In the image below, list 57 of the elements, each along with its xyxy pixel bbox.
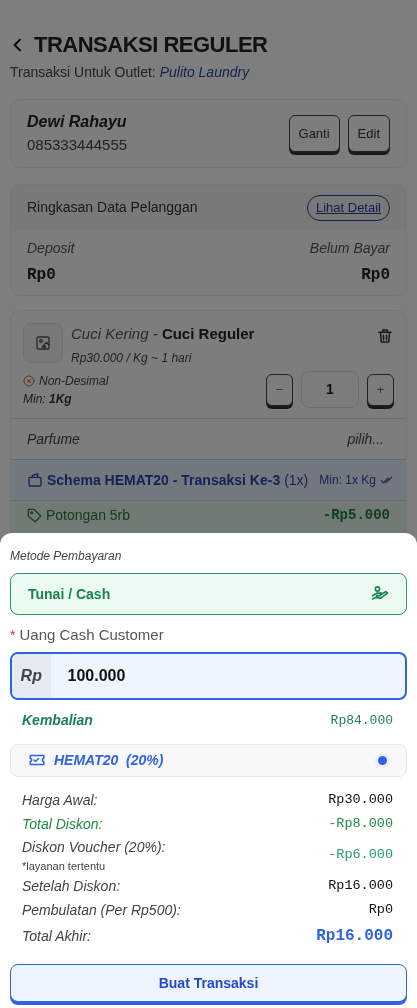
plus-button[interactable]: + bbox=[367, 373, 394, 406]
parfume-label: Parfume bbox=[27, 429, 80, 449]
total-value: Rp16.000 bbox=[328, 876, 393, 895]
stat-label: Belum Bayar bbox=[309, 238, 390, 258]
total-value: Rp0 bbox=[368, 900, 393, 919]
close-circle-icon bbox=[23, 374, 35, 387]
total-label: Setelah Diskon: bbox=[22, 876, 121, 896]
discount-amount: -Rp5.000 bbox=[322, 506, 390, 526]
payment-method-option[interactable]: Tunai / Cash bbox=[10, 573, 407, 615]
stat-value: Rp0 bbox=[360, 264, 390, 286]
cash-input-group[interactable]: Rp 100.000 bbox=[10, 651, 407, 700]
total-value: -Rp8.000 bbox=[328, 815, 393, 834]
quantity-field[interactable]: 1 bbox=[301, 371, 359, 409]
outlet-line: Transaksi Untuk Outlet: Pulito Laundry bbox=[10, 63, 251, 83]
total-label: Pembulatan (Per Rp500): bbox=[22, 900, 181, 920]
scheme-count: (1x) bbox=[284, 470, 309, 490]
total-value: Rp30.000 bbox=[328, 791, 393, 810]
voucher-code: HEMAT20 (20%) bbox=[54, 750, 164, 770]
total-label: Harga Awal: bbox=[22, 791, 98, 810]
edit-button[interactable]: Edit bbox=[347, 114, 390, 153]
tag-icon bbox=[27, 508, 42, 524]
payment-method-name: Tunai / Cash bbox=[28, 584, 111, 604]
total-label: Total Akhir: bbox=[22, 926, 91, 946]
scheme-minimum: Min: 1x Kg bbox=[319, 472, 376, 490]
service-price: Rp30.000 / Kg ~ 1 hari bbox=[71, 350, 193, 368]
cash-label: Uang Cash Customer bbox=[19, 625, 164, 645]
payment-method-label: Metode Pembayaran bbox=[10, 548, 123, 565]
total-label: Total Diskon: bbox=[22, 815, 103, 834]
customer-phone: 085333444555 bbox=[27, 135, 128, 156]
total-note: *layanan tertentu bbox=[22, 858, 107, 874]
scheme-title: Schema HEMAT20 - Transaksi Ke-3 bbox=[47, 470, 281, 490]
parfume-select[interactable]: pilih... bbox=[347, 428, 384, 450]
total-value: -Rp6.000 bbox=[328, 846, 393, 865]
image-upload-icon bbox=[35, 334, 51, 351]
radio-button[interactable] bbox=[375, 752, 390, 768]
decimal-note: Non-Desimal bbox=[39, 372, 109, 390]
total-label: Diskon Voucher (20%): bbox=[22, 837, 166, 857]
change-label: Kembalian bbox=[22, 711, 93, 730]
discount-label: Potongan 5rb bbox=[46, 506, 131, 526]
change-button[interactable]: Ganti bbox=[288, 114, 340, 153]
customer-name: Dewi Rahayu bbox=[27, 112, 128, 133]
total-value: Rp16.000 bbox=[316, 926, 393, 947]
required-mark: * bbox=[10, 625, 16, 645]
minimum-note: Min: 1Kg bbox=[23, 390, 73, 408]
service-name: Cuci Kering - Cuci Reguler bbox=[71, 323, 256, 344]
cash-input-field[interactable]: 100.000 bbox=[50, 653, 405, 698]
summary-title: Ringkasan Data Pelanggan bbox=[27, 198, 198, 218]
trash-icon[interactable] bbox=[376, 326, 394, 345]
page-title: TRANSAKSI REGULER bbox=[34, 32, 268, 59]
minus-button[interactable]: − bbox=[266, 373, 293, 406]
briefcase-icon bbox=[27, 472, 43, 489]
create-transaction-button[interactable]: Buat Transaksi bbox=[10, 964, 407, 1002]
change-value: Rp84.000 bbox=[330, 711, 393, 730]
stat-label: Deposit bbox=[27, 238, 75, 258]
stat-value: Rp0 bbox=[27, 264, 57, 286]
voucher-option[interactable]: HEMAT20 (20%) bbox=[10, 743, 407, 777]
currency-prefix: Rp bbox=[12, 653, 51, 698]
